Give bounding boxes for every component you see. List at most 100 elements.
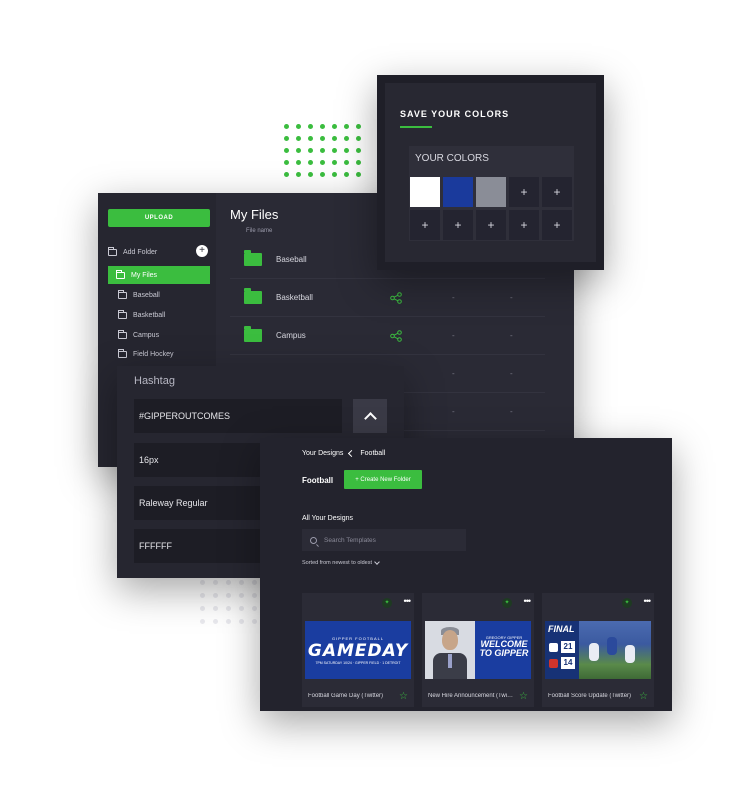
add-color-button[interactable]: + (476, 210, 506, 240)
add-folder-label: Add Folder (123, 248, 158, 256)
portrait-image (425, 621, 475, 679)
search-input[interactable]: Search Templates (302, 529, 466, 551)
folder-icon (244, 250, 262, 266)
color-swatch[interactable] (443, 177, 473, 207)
file-name: Baseball (276, 255, 307, 264)
add-color-button[interactable]: + (443, 210, 473, 240)
file-cell: - (510, 369, 513, 378)
sidebar-item-label: Baseball (133, 291, 160, 299)
page-title: My Files (230, 207, 279, 222)
thumbnail-text: 7PM SATURDAY 10/24 · GIPPER FIELD · 1 DE… (315, 660, 401, 665)
hashtag-input[interactable]: #GIPPEROUTCOMES (134, 399, 342, 433)
add-color-button[interactable]: + (542, 210, 572, 240)
thumbnail-text: FINAL (548, 624, 575, 634)
folder-icon (244, 326, 262, 342)
design-thumbnail: GREGORY GIPPER WELCOME TO GIPPER (425, 621, 531, 679)
design-thumbnail: GIPPER FOOTBALL GAMEDAY 7PM SATURDAY 10/… (305, 621, 411, 679)
file-cell: - (452, 293, 455, 302)
search-icon (310, 536, 317, 544)
file-name: Campus (276, 331, 306, 340)
score-away: 14 (561, 657, 575, 669)
sidebar-item-label: Campus (133, 331, 160, 339)
folder-icon (116, 269, 125, 279)
file-cell: - (510, 293, 513, 302)
breadcrumb-root[interactable]: Your Designs (302, 450, 343, 457)
score-home: 21 (561, 641, 575, 653)
decorative-dots-green (284, 124, 361, 177)
collapse-button[interactable] (353, 399, 387, 433)
twitter-icon: ✦ (502, 598, 512, 608)
add-color-button[interactable]: + (509, 210, 539, 240)
more-options-icon[interactable]: ••• (644, 596, 652, 606)
hashtag-title: Hashtag (134, 375, 175, 387)
chevron-left-icon[interactable] (348, 449, 356, 458)
search-placeholder: Search Templates (324, 536, 376, 544)
sort-dropdown[interactable]: Sorted from newest to oldest (302, 559, 380, 566)
folder-icon (118, 289, 127, 299)
thumbnail-text: GAMEDAY (307, 640, 409, 661)
file-row-campus[interactable]: Campus - - (230, 317, 545, 355)
designs-panel: Your Designs Football Football + Create … (260, 438, 672, 711)
file-name: Basketball (276, 293, 313, 302)
sidebar-item-my-files[interactable]: My Files (108, 266, 210, 284)
sidebar-item-basketball[interactable]: Basketball (108, 306, 210, 324)
file-row-basketball[interactable]: Basketball - - (230, 279, 545, 317)
share-icon[interactable] (390, 330, 402, 342)
sidebar-item-campus[interactable]: Campus (108, 326, 210, 344)
add-color-button[interactable]: + (542, 177, 572, 207)
section-title: All Your Designs (302, 515, 353, 522)
sort-label: Sorted from newest to oldest (302, 560, 373, 566)
color-swatch[interactable] (410, 177, 440, 207)
add-color-button[interactable]: + (410, 210, 440, 240)
share-icon[interactable] (390, 292, 402, 304)
chevron-up-icon (363, 412, 377, 425)
file-cell: - (452, 407, 455, 416)
add-color-button[interactable]: + (509, 177, 539, 207)
design-caption: Football Game Day (Twitter) (308, 693, 384, 699)
team-logo (549, 643, 558, 652)
design-card[interactable]: ✦ ••• GIPPER FOOTBALL GAMEDAY 7PM SATURD… (302, 593, 414, 707)
twitter-icon: ✦ (382, 598, 392, 608)
design-card[interactable]: ✦ ••• FINAL 21 14 Football Score Update … (542, 593, 654, 707)
folder-icon (118, 348, 127, 358)
design-caption: Football Score Update (Twitter) (548, 693, 632, 699)
folder-icon (244, 288, 262, 304)
color-swatch[interactable] (476, 177, 506, 207)
sidebar-item-label: Basketball (133, 311, 166, 319)
sidebar-item-label: Field Hockey (133, 350, 174, 358)
design-caption: New Hire Announcement (Twitter) (428, 693, 514, 699)
plus-icon[interactable]: + (196, 245, 208, 257)
your-colors-label: YOUR COLORS (415, 153, 489, 164)
twitter-icon: ✦ (622, 598, 632, 608)
save-colors-title: SAVE YOUR COLORS (400, 109, 510, 119)
file-cell: - (510, 331, 513, 340)
breadcrumb: Your Designs Football (302, 449, 386, 458)
sidebar-item-label: My Files (131, 271, 158, 279)
folder-icon (118, 329, 127, 339)
folder-icon (118, 309, 127, 319)
folder-icon (108, 246, 117, 256)
file-cell: - (452, 331, 455, 340)
add-folder-button[interactable]: Add Folder + (108, 245, 210, 259)
team-logo (549, 659, 558, 668)
star-icon[interactable]: ☆ (519, 691, 528, 702)
design-card[interactable]: ✦ ••• GREGORY GIPPER WELCOME TO GIPPER N… (422, 593, 534, 707)
design-thumbnail: FINAL 21 14 (545, 621, 651, 679)
upload-button[interactable]: UPLOAD (108, 209, 210, 227)
create-new-folder-button[interactable]: + Create New Folder (344, 470, 422, 489)
more-options-icon[interactable]: ••• (404, 596, 412, 606)
your-colors-box: YOUR COLORS + + + + + + + (409, 146, 574, 241)
file-cell: - (510, 407, 513, 416)
thumbnail-text: WELCOME TO GIPPER (479, 639, 529, 658)
football-photo (579, 621, 651, 679)
breadcrumb-current: Football (360, 450, 386, 457)
sidebar-item-field-hockey[interactable]: Field Hockey (108, 345, 210, 363)
star-icon[interactable]: ☆ (399, 691, 408, 702)
chevron-down-icon (374, 559, 380, 565)
folder-title: Football (302, 476, 334, 485)
column-header-file-name: File name (246, 228, 273, 234)
sidebar-item-baseball[interactable]: Baseball (108, 286, 210, 304)
star-icon[interactable]: ☆ (639, 691, 648, 702)
file-cell: - (452, 369, 455, 378)
more-options-icon[interactable]: ••• (524, 596, 532, 606)
